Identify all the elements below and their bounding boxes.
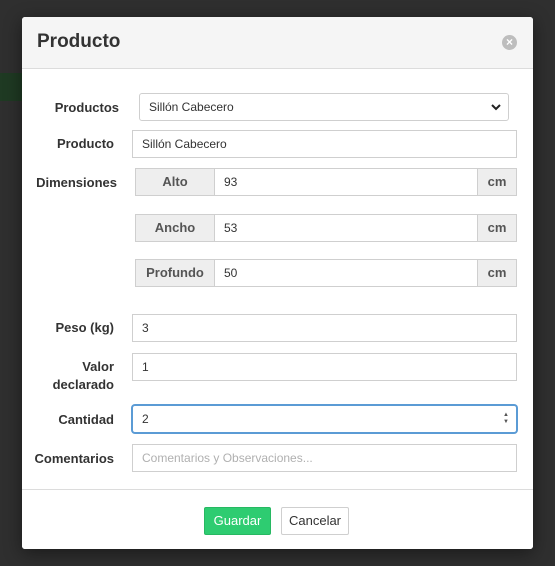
spinner-arrows-icon[interactable]: ▲ ▼: [502, 412, 510, 426]
modal-footer: Guardar Cancelar: [22, 489, 533, 549]
profundo-unit: cm: [477, 259, 517, 287]
profundo-addon: Profundo: [135, 259, 215, 287]
background-nav-strip: [0, 73, 22, 101]
modal-header: Producto ×: [22, 17, 533, 69]
peso-label: Peso (kg): [55, 320, 114, 335]
productos-select[interactable]: Sillón Cabecero: [139, 93, 509, 121]
close-icon[interactable]: ×: [502, 35, 517, 50]
alto-addon: Alto: [135, 168, 215, 196]
cantidad-value: 2: [142, 412, 149, 426]
dimensiones-label: Dimensiones: [36, 175, 117, 190]
producto-label: Producto: [56, 136, 114, 151]
peso-value: 3: [142, 321, 149, 335]
ancho-unit: cm: [477, 214, 517, 242]
valor-declarado-label-line2: declarado: [52, 377, 114, 392]
producto-input[interactable]: Sillón Cabecero: [132, 130, 517, 158]
peso-input[interactable]: 3: [132, 314, 517, 342]
ancho-value: 53: [224, 221, 238, 235]
comentarios-input[interactable]: Comentarios y Observaciones...: [132, 444, 517, 472]
ancho-input[interactable]: 53: [214, 214, 478, 242]
alto-value: 93: [224, 175, 238, 189]
comentarios-label: Comentarios: [34, 451, 114, 466]
cantidad-label: Cantidad: [58, 412, 114, 427]
producto-value: Sillón Cabecero: [142, 137, 227, 151]
valor-declarado-label: Valor declarado: [22, 358, 114, 394]
cantidad-input[interactable]: 2 ▲ ▼: [132, 405, 517, 433]
valor-declarado-value: 1: [142, 360, 149, 374]
productos-selected-value: Sillón Cabecero: [149, 100, 234, 114]
save-button[interactable]: Guardar: [204, 507, 271, 535]
valor-declarado-label-line1: Valor: [82, 359, 114, 374]
modal-title: Producto: [37, 31, 121, 52]
profundo-input[interactable]: 50: [214, 259, 478, 287]
comentarios-placeholder: Comentarios y Observaciones...: [142, 451, 313, 465]
product-modal: Producto × Productos Sillón Cabecero Pro…: [22, 17, 533, 549]
chevron-down-icon: [491, 104, 501, 111]
cancel-button[interactable]: Cancelar: [281, 507, 349, 535]
profundo-value: 50: [224, 266, 238, 280]
valor-declarado-input[interactable]: 1: [132, 353, 517, 381]
ancho-addon: Ancho: [135, 214, 215, 242]
productos-label: Productos: [54, 100, 119, 115]
alto-input[interactable]: 93: [214, 168, 478, 196]
alto-unit: cm: [477, 168, 517, 196]
